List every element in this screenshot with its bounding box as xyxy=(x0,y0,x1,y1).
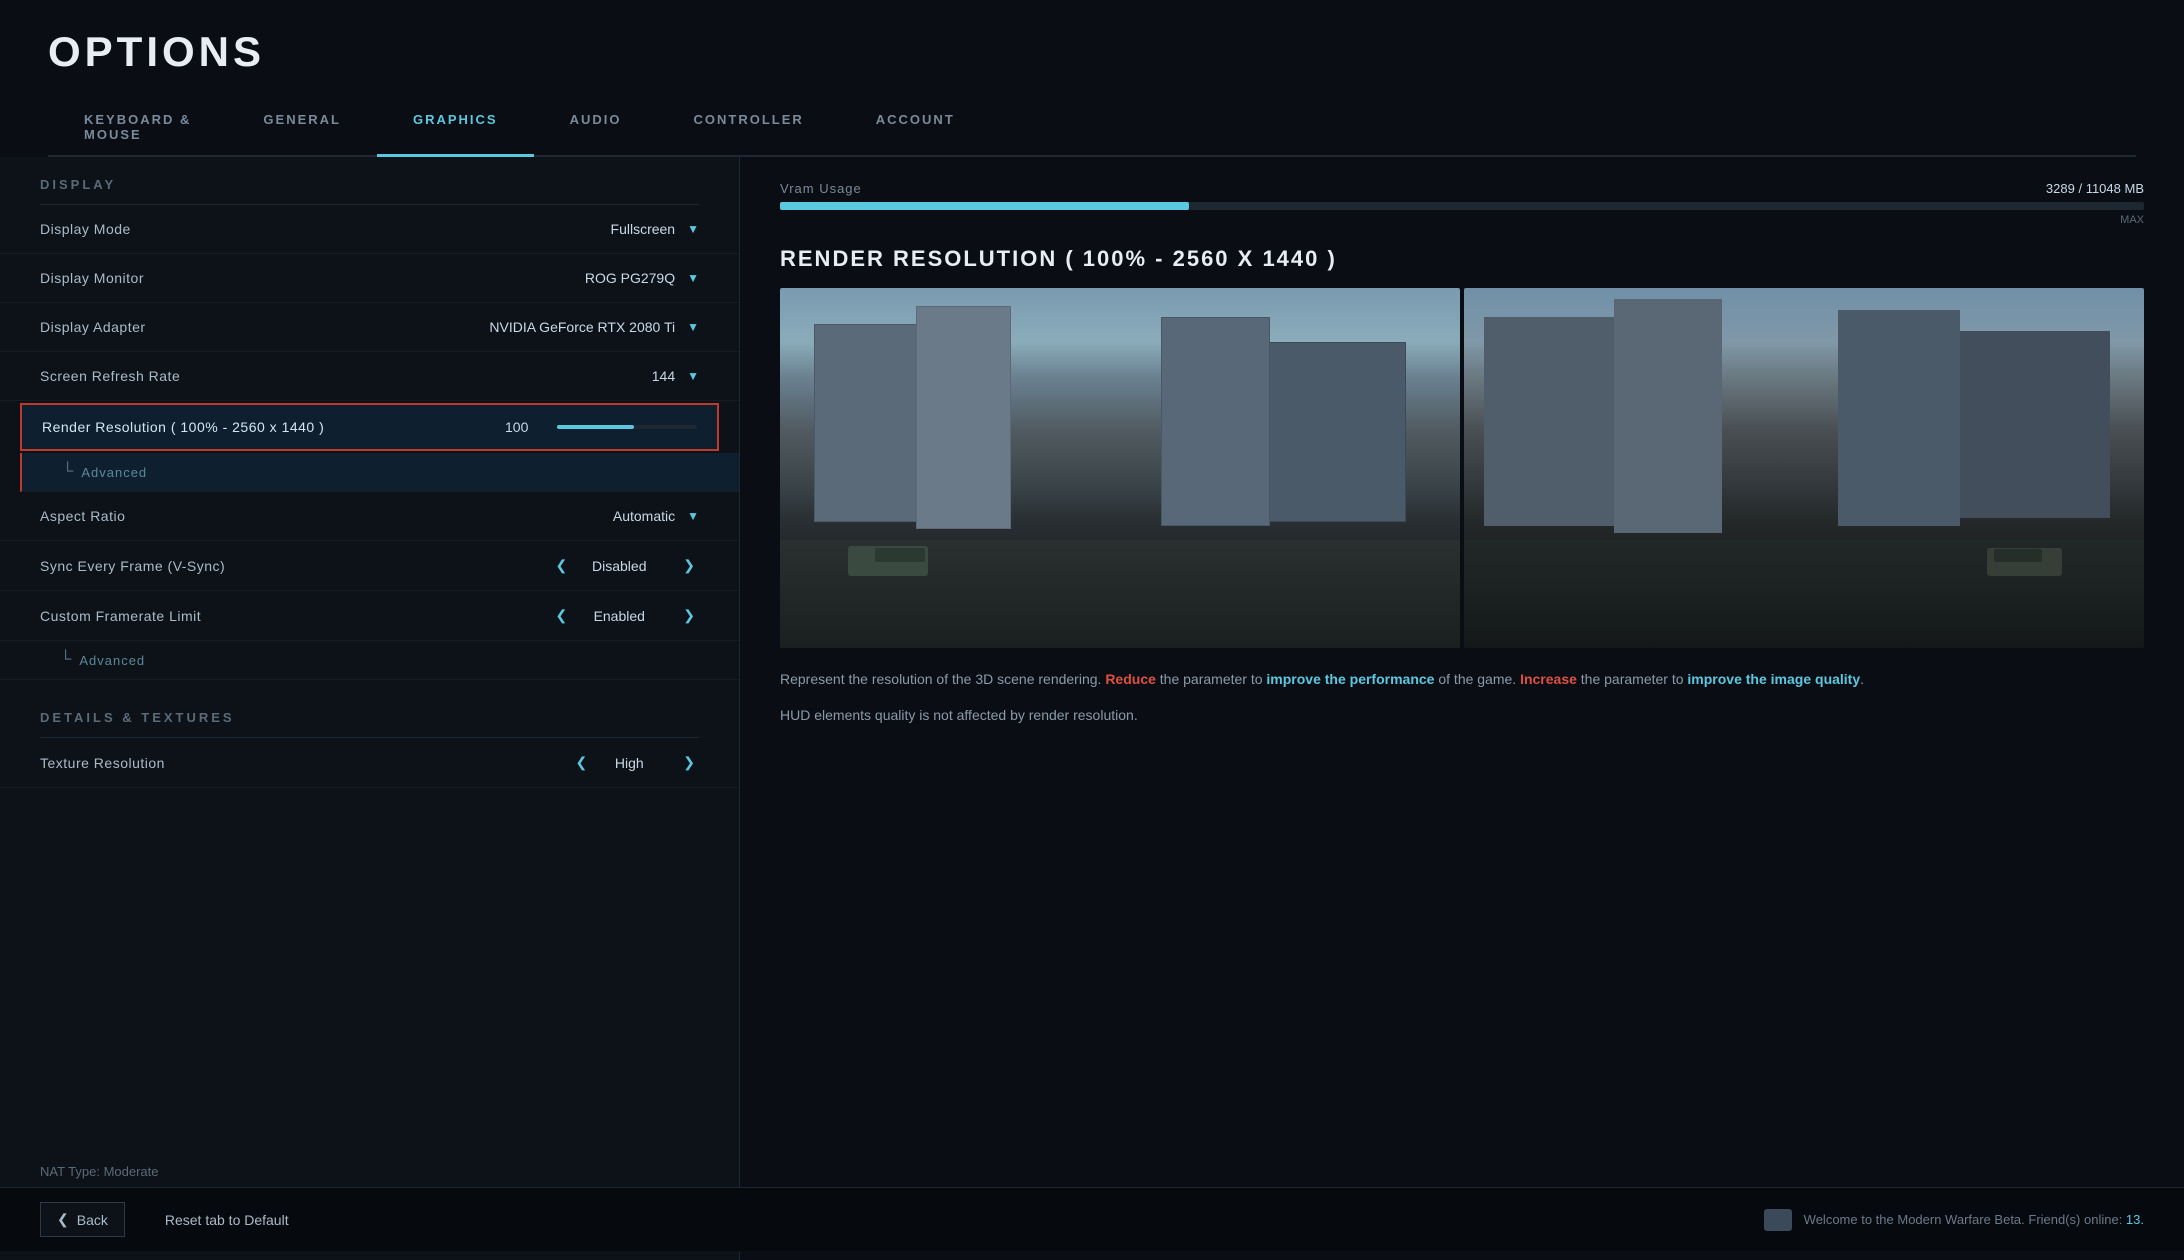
vram-total: 11048 xyxy=(2086,181,2121,196)
render-resolution-title: RENDER RESOLUTION ( 100% - 2560 X 1440 ) xyxy=(780,246,2144,272)
render-resolution-label: Render Resolution ( 100% - 2560 x 1440 ) xyxy=(42,419,505,435)
details-textures-label: DETAILS & TEXTURES xyxy=(0,690,739,737)
display-adapter-value: NVIDIA GeForce RTX 2080 Ti xyxy=(475,319,675,335)
display-mode-value: Fullscreen xyxy=(475,221,675,237)
display-mode-label: Display Mode xyxy=(40,221,475,237)
advanced-sub-row-1[interactable]: └ Advanced xyxy=(20,453,739,492)
vram-section: Vram Usage 3289 / 11048 MB MAX xyxy=(780,181,2144,226)
vsync-next-button[interactable]: ❯ xyxy=(683,557,695,574)
back-button[interactable]: ❮ Back xyxy=(40,1202,125,1237)
reset-button[interactable]: Reset tab to Default xyxy=(149,1204,305,1236)
friend-count: 13. xyxy=(2126,1212,2144,1227)
desc-part4: the parameter to xyxy=(1577,671,1688,687)
desc-part1: Represent the resolution of the 3D scene… xyxy=(780,671,1105,687)
advanced-label-2: Advanced xyxy=(79,653,145,668)
refresh-rate-value: 144 xyxy=(475,368,675,384)
footer: ❮ Back Reset tab to Default Welcome to t… xyxy=(0,1187,2184,1251)
aspect-ratio-arrow: ▼ xyxy=(687,509,699,523)
framerate-limit-row[interactable]: Custom Framerate Limit ❮ Enabled ❯ xyxy=(0,591,739,641)
tab-keyboard[interactable]: KEYBOARD &MOUSE xyxy=(48,100,227,157)
vsync-prev-button[interactable]: ❮ xyxy=(556,557,568,574)
settings-panel: DISPLAY Display Mode Fullscreen ▼ Displa… xyxy=(0,157,740,1260)
reset-label: Reset tab to Default xyxy=(165,1212,289,1228)
back-chevron-icon: ❮ xyxy=(57,1211,69,1228)
display-monitor-label: Display Monitor xyxy=(40,270,475,286)
desc-improve-quality: improve the image quality xyxy=(1687,671,1860,687)
render-resolution-track[interactable] xyxy=(557,425,697,429)
right-panel: Vram Usage 3289 / 11048 MB MAX RENDER RE… xyxy=(740,157,2184,1260)
render-resolution-fill xyxy=(557,425,634,429)
vram-label: Vram Usage xyxy=(780,181,862,196)
display-adapter-row[interactable]: Display Adapter NVIDIA GeForce RTX 2080 … xyxy=(0,303,739,352)
description-paragraph: Represent the resolution of the 3D scene… xyxy=(780,668,2144,692)
desc-increase: Increase xyxy=(1520,671,1577,687)
nat-type: NAT Type: Moderate xyxy=(40,1164,159,1179)
vram-unit: MB xyxy=(2125,181,2145,196)
page-title: OPTIONS xyxy=(48,28,2136,76)
texture-next-button[interactable]: ❯ xyxy=(683,754,695,771)
aspect-ratio-row[interactable]: Aspect Ratio Automatic ▼ xyxy=(0,492,739,541)
bracket-icon-2: └ xyxy=(60,651,71,669)
vram-bar-container xyxy=(780,202,2144,210)
vsync-row[interactable]: Sync Every Frame (V-Sync) ❮ Disabled ❯ xyxy=(0,541,739,591)
desc-part3: of the game. xyxy=(1434,671,1520,687)
desc-reduce: Reduce xyxy=(1105,671,1156,687)
framerate-next-button[interactable]: ❯ xyxy=(683,607,695,624)
desc-part5: . xyxy=(1860,671,1864,687)
display-monitor-arrow: ▼ xyxy=(687,271,699,285)
vsync-value: Disabled xyxy=(579,558,659,574)
display-monitor-row[interactable]: Display Monitor ROG PG279Q ▼ xyxy=(0,254,739,303)
main-content: DISPLAY Display Mode Fullscreen ▼ Displa… xyxy=(0,157,2184,1260)
advanced-sub-row-2[interactable]: └ Advanced xyxy=(0,641,739,680)
tab-audio[interactable]: AUDIO xyxy=(534,100,658,157)
vram-value: 3289 / 11048 MB xyxy=(2046,181,2144,196)
texture-resolution-value: High xyxy=(599,755,659,771)
tab-graphics[interactable]: GRAPHICS xyxy=(377,100,534,157)
bracket-icon: └ xyxy=(62,463,73,481)
vram-max-label: MAX xyxy=(780,214,2144,226)
hud-note: HUD elements quality is not affected by … xyxy=(780,704,2144,726)
header: OPTIONS KEYBOARD &MOUSE GENERAL GRAPHICS… xyxy=(0,0,2184,157)
preview-image-left xyxy=(780,288,1460,648)
framerate-prev-button[interactable]: ❮ xyxy=(556,607,568,624)
refresh-rate-arrow: ▼ xyxy=(687,369,699,383)
aspect-ratio-label: Aspect Ratio xyxy=(40,508,475,524)
preview-container xyxy=(780,288,2144,648)
framerate-limit-label: Custom Framerate Limit xyxy=(40,608,552,624)
footer-right: Welcome to the Modern Warfare Beta. Frie… xyxy=(1764,1209,2144,1231)
display-adapter-arrow: ▼ xyxy=(687,320,699,334)
texture-resolution-label: Texture Resolution xyxy=(40,755,572,771)
refresh-rate-row[interactable]: Screen Refresh Rate 144 ▼ xyxy=(0,352,739,401)
desc-part2: the parameter to xyxy=(1156,671,1267,687)
vsync-label: Sync Every Frame (V-Sync) xyxy=(40,558,552,574)
vram-used: 3289 xyxy=(2046,181,2075,196)
render-resolution-value: 100 xyxy=(505,419,541,435)
chat-icon xyxy=(1764,1209,1792,1231)
refresh-rate-label: Screen Refresh Rate xyxy=(40,368,475,384)
vram-bar-fill xyxy=(780,202,1189,210)
display-section-label: DISPLAY xyxy=(0,157,739,204)
tab-general[interactable]: GENERAL xyxy=(227,100,377,157)
desc-improve-perf: improve the performance xyxy=(1266,671,1434,687)
welcome-message: Welcome to the Modern Warfare Beta. Frie… xyxy=(1804,1212,2126,1227)
render-resolution-slider-container: 100 xyxy=(505,419,697,435)
display-mode-arrow: ▼ xyxy=(687,222,699,236)
tab-account[interactable]: ACCOUNT xyxy=(840,100,991,157)
framerate-limit-value: Enabled xyxy=(579,608,659,624)
welcome-text: Welcome to the Modern Warfare Beta. Frie… xyxy=(1804,1212,2144,1227)
advanced-label-1: Advanced xyxy=(81,465,147,480)
texture-prev-button[interactable]: ❮ xyxy=(576,754,588,771)
preview-image-right xyxy=(1464,288,2144,648)
render-resolution-row[interactable]: Render Resolution ( 100% - 2560 x 1440 )… xyxy=(20,403,719,451)
texture-resolution-row[interactable]: Texture Resolution ❮ High ❯ xyxy=(0,738,739,788)
display-monitor-value: ROG PG279Q xyxy=(475,270,675,286)
aspect-ratio-value: Automatic xyxy=(475,508,675,524)
tab-controller[interactable]: CONTROLLER xyxy=(657,100,839,157)
back-label: Back xyxy=(77,1212,108,1228)
display-mode-row[interactable]: Display Mode Fullscreen ▼ xyxy=(0,205,739,254)
display-adapter-label: Display Adapter xyxy=(40,319,475,335)
tabs-bar: KEYBOARD &MOUSE GENERAL GRAPHICS AUDIO C… xyxy=(48,100,2136,157)
vram-header: Vram Usage 3289 / 11048 MB xyxy=(780,181,2144,196)
